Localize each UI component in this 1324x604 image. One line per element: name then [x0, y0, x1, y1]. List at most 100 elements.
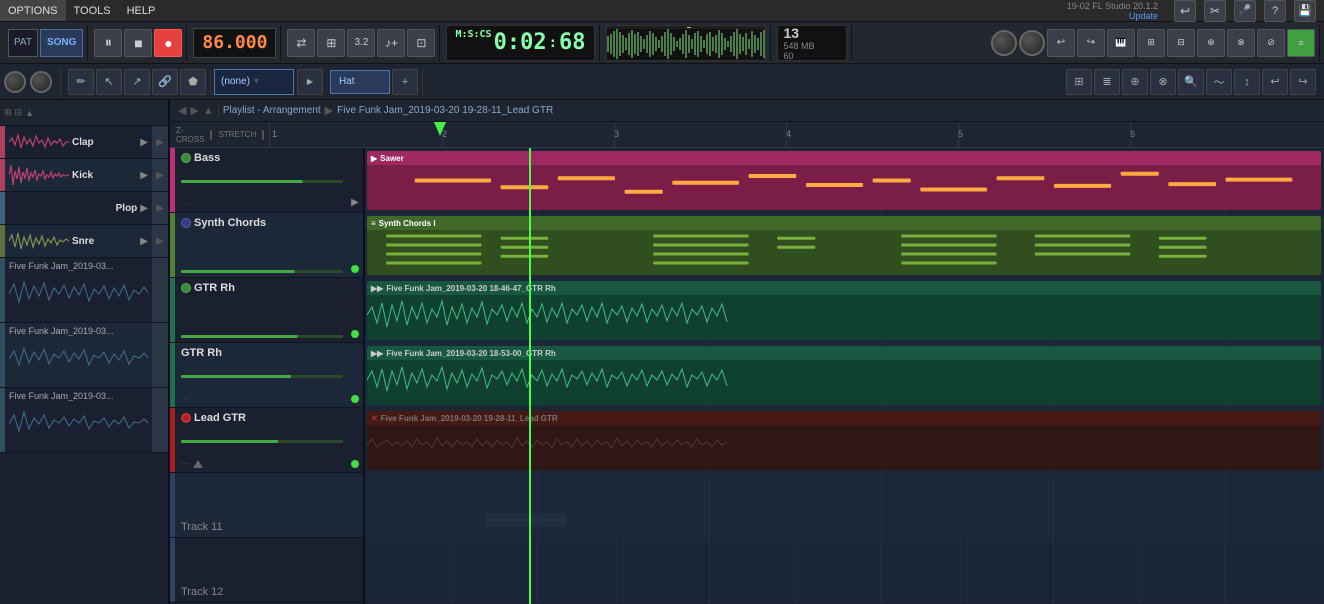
leadgtr-mute-icon[interactable]	[181, 413, 191, 423]
clap-end-btn[interactable]: ▶	[152, 126, 168, 158]
leadgtr-name[interactable]: Lead GTR	[194, 412, 246, 424]
funk1-end-btn[interactable]: ·	[152, 258, 168, 322]
gtrrh1-vol-slider[interactable]	[181, 335, 343, 338]
pattern-btn-2[interactable]: ↪	[1077, 29, 1105, 57]
gtrrh1-wave-svg	[367, 295, 1321, 340]
leadgtr-clip[interactable]: ✕ Five Funk Jam_2019-03-20 19-28-11_Lead…	[367, 411, 1321, 470]
cursor-btn[interactable]: ↕	[1234, 69, 1260, 95]
add-track-btn[interactable]: +	[392, 69, 418, 95]
sidebar-kick-row: Kick ▶ ▶	[0, 159, 168, 192]
menu-tools[interactable]: TOOLS	[66, 0, 119, 21]
plop-end-btn[interactable]: ▶	[152, 192, 168, 224]
snap-btn[interactable]: ⊗	[1150, 69, 1176, 95]
menu-help[interactable]: HELP	[119, 0, 164, 21]
pause-btn[interactable]: ⏸	[94, 29, 122, 57]
synth-name[interactable]: Synth Chords	[194, 217, 266, 229]
menu-options[interactable]: OPTIONS	[0, 0, 66, 21]
ruler-row: Z-CROSS STRETCH 1 2 3 4 5 6	[170, 122, 1324, 148]
funk3-end-btn[interactable]: ·	[152, 388, 168, 452]
song-btn[interactable]: SONG	[40, 29, 83, 57]
pat-song-group: PAT SONG	[4, 25, 88, 61]
nav-right-icon[interactable]: ▶	[190, 104, 198, 117]
undo-btn[interactable]: ↩	[1174, 0, 1196, 22]
piano-roll-btn[interactable]: 🎹	[1107, 29, 1135, 57]
channel-select[interactable]: (none) ▾	[214, 69, 294, 95]
pattern-view-btn[interactable]: ≣	[1094, 69, 1120, 95]
pattern-tool-1[interactable]: ⇄	[287, 29, 315, 57]
stretch-check[interactable]	[262, 130, 264, 140]
undo2-btn[interactable]: ↩	[1262, 69, 1288, 95]
tool-stamp[interactable]: ⬟	[180, 69, 206, 95]
nav-up-icon[interactable]: ▲	[203, 105, 214, 117]
pattern-tool-2[interactable]: ⊞	[317, 29, 345, 57]
channel-rack-btn[interactable]: ⊟	[1167, 29, 1195, 57]
pan-knob[interactable]	[30, 71, 52, 93]
mixer-btn[interactable]: ⊞	[1137, 29, 1165, 57]
master-pitch-knob[interactable]	[1019, 30, 1045, 56]
snre-end-btn[interactable]: ▶	[152, 225, 168, 257]
track12-name[interactable]: Track 12	[181, 586, 359, 598]
kick-arrow[interactable]: ▶	[140, 170, 148, 181]
nav-left-icon[interactable]: ◀	[178, 104, 186, 117]
stop-btn[interactable]: ■	[124, 29, 152, 57]
question-btn[interactable]: ?	[1264, 0, 1286, 22]
clone-btn[interactable]: ⊕	[1122, 69, 1148, 95]
sidebar-scroll-up[interactable]: ▲	[25, 108, 34, 118]
synth-vol-slider[interactable]	[181, 270, 343, 273]
update-label[interactable]: Update	[1067, 11, 1158, 21]
bass-clip[interactable]: ▶ Sawer	[367, 151, 1321, 210]
bass-expand-btn[interactable]: ▶	[351, 197, 359, 208]
gtrrh2-vol-slider[interactable]	[181, 375, 343, 378]
save-btn[interactable]: 💾	[1294, 0, 1316, 22]
funk2-end-btn[interactable]: ·	[152, 323, 168, 387]
plugin-picker-btn[interactable]: ⊕	[1197, 29, 1225, 57]
leadgtr-vol-slider[interactable]	[181, 440, 343, 443]
redo2-btn[interactable]: ↪	[1290, 69, 1316, 95]
mixer-send-btn[interactable]: ⊞	[1066, 69, 1092, 95]
sidebar-expand-btn[interactable]: ⊞	[4, 107, 12, 118]
gtrrh2-name[interactable]: GTR Rh	[181, 347, 222, 359]
pattern-tool-3[interactable]: 3.2	[347, 29, 375, 57]
stretch-label: STRETCH	[218, 130, 256, 139]
breadcrumb-playlist[interactable]: Playlist - Arrangement	[223, 105, 321, 116]
automation-btn[interactable]: 〜	[1206, 69, 1232, 95]
master-vol-knob[interactable]	[991, 30, 1017, 56]
gtrrh1-clip[interactable]: ▶▶ Five Funk Jam_2019-03-20 18-46-47_GTR…	[367, 281, 1321, 340]
sidebar-collapse-btn[interactable]: ⊟	[15, 107, 23, 118]
pat-label[interactable]: PAT	[8, 29, 38, 57]
snre-arrow[interactable]: ▶	[140, 236, 148, 247]
project-btn[interactable]: ⊘	[1257, 29, 1285, 57]
playlist-btn[interactable]: ≡	[1287, 29, 1315, 57]
tool-link[interactable]: 🔗	[152, 69, 178, 95]
zcross-check[interactable]	[210, 130, 212, 140]
vol-knob[interactable]	[4, 71, 26, 93]
zoom-btn[interactable]: 🔍	[1178, 69, 1204, 95]
synth-clip[interactable]: ≡ Synth Chords I	[367, 216, 1321, 275]
browser-btn[interactable]: ⊗	[1227, 29, 1255, 57]
pattern-btn-1[interactable]: ↩	[1047, 29, 1075, 57]
bass-vol-slider[interactable]	[181, 180, 343, 183]
instrument-display[interactable]: Hat	[330, 70, 390, 94]
channel-play-btn[interactable]: ▶	[297, 69, 323, 95]
bass-dots: ···	[181, 199, 343, 208]
clap-arrow[interactable]: ▶	[140, 137, 148, 148]
bass-track-header: Bass ··· ▶	[170, 148, 363, 213]
tempo-display[interactable]: 86.000	[193, 28, 276, 58]
plop-arrow[interactable]: ▶	[140, 203, 148, 214]
gtrrh1-name[interactable]: GTR Rh	[194, 282, 235, 294]
pattern-tool-5[interactable]: ⊡	[407, 29, 435, 57]
tool-select[interactable]: ↖	[96, 69, 122, 95]
mic-btn[interactable]: 🎤	[1234, 0, 1256, 22]
track11-name[interactable]: Track 11	[181, 521, 359, 533]
pattern-tool-4[interactable]: ♪+	[377, 29, 405, 57]
tool-erase[interactable]: ↗	[124, 69, 150, 95]
kick-end-btn[interactable]: ▶	[152, 159, 168, 191]
cut-btn[interactable]: ✂	[1204, 0, 1226, 22]
bass-name[interactable]: Bass	[194, 152, 220, 164]
breadcrumb-item2[interactable]: Five Funk Jam_2019-03-20 19-28-11_Lead G…	[337, 105, 553, 116]
tool-draw[interactable]: ✏	[68, 69, 94, 95]
record-btn[interactable]: ●	[154, 29, 182, 57]
bass-header-body: Bass ···	[175, 148, 347, 212]
gtrrh2-clip[interactable]: ▶▶ Five Funk Jam_2019-03-20 18-53-00_GTR…	[367, 346, 1321, 405]
leadgtr-triangle[interactable]	[193, 460, 203, 468]
